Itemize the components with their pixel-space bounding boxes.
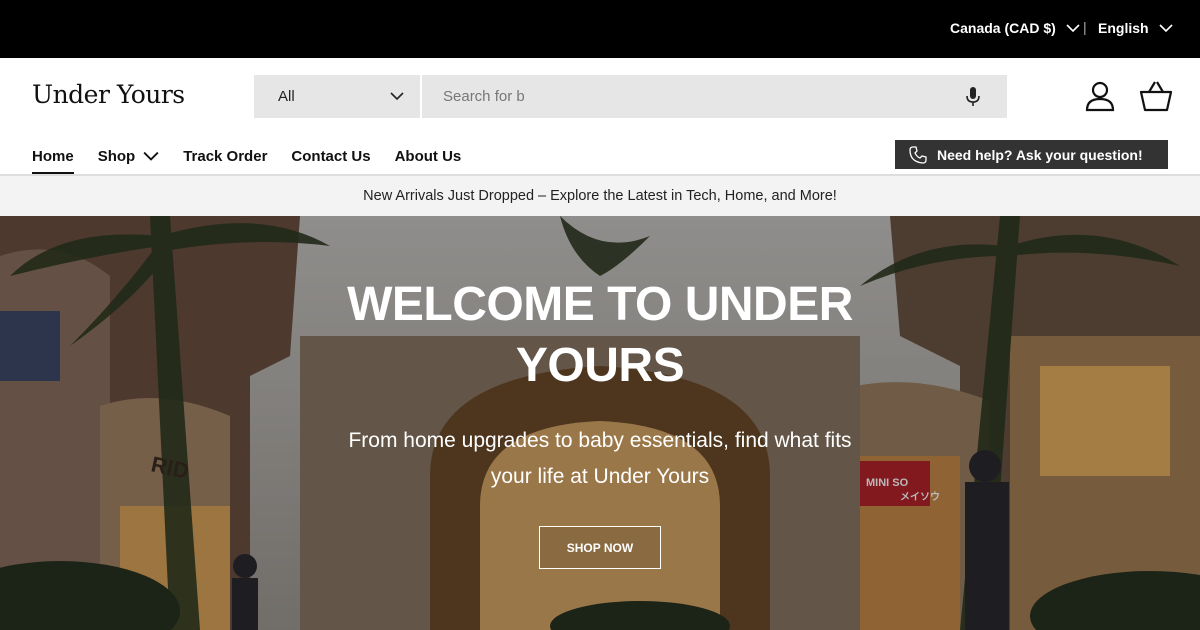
hero-subtitle: From home upgrades to baby essentials, f…: [300, 423, 900, 495]
announcement-text: New Arrivals Just Dropped – Explore the …: [363, 188, 837, 204]
nav-item-shop[interactable]: Shop: [98, 146, 160, 166]
basket-icon[interactable]: [1139, 80, 1173, 112]
microphone-icon[interactable]: [963, 86, 983, 108]
chevron-down-icon: [1066, 24, 1080, 33]
announcement-bar: New Arrivals Just Dropped – Explore the …: [0, 176, 1200, 216]
country-selector[interactable]: Canada (CAD $): [950, 20, 1080, 36]
help-button[interactable]: Need help? Ask your question!: [895, 140, 1168, 169]
language-label: English: [1098, 20, 1149, 36]
chevron-down-icon: [143, 151, 159, 161]
top-utility-bar: Canada (CAD $) | English: [0, 0, 1200, 58]
nav-item-label: Track Order: [183, 147, 268, 165]
hero-title-line: WELCOME TO UNDER: [347, 278, 853, 331]
shop-now-button[interactable]: SHOP NOW: [539, 526, 661, 569]
hero-title: WELCOME TO UNDER YOURS: [300, 274, 900, 396]
search-category-label: All: [278, 88, 295, 105]
search-category-select[interactable]: All: [254, 75, 422, 118]
search-bar: All: [254, 75, 1007, 118]
nav-item-track-order[interactable]: Track Order: [183, 146, 267, 166]
nav-item-label: Shop: [97, 147, 136, 165]
nav-item-label: Home: [32, 147, 74, 165]
site-logo[interactable]: Under Yours: [32, 80, 185, 109]
hero-banner: RID MINI SO メイソウ WELCOME TO UNDER YOURS …: [0, 216, 1200, 630]
language-selector[interactable]: English: [1098, 20, 1173, 36]
phone-icon: [909, 145, 927, 164]
nav-item-home[interactable]: Home: [32, 146, 74, 174]
account-icon[interactable]: [1084, 80, 1116, 112]
nav-item-label: About Us: [394, 147, 462, 165]
locale-separator: |: [1083, 19, 1087, 35]
nav-item-contact-us[interactable]: Contact Us: [291, 146, 370, 166]
chevron-down-icon: [390, 92, 404, 101]
main-nav: Home Shop Track Order Contact Us About U…: [32, 146, 462, 174]
hero-title-line: YOURS: [515, 339, 685, 392]
country-label: Canada (CAD $): [950, 20, 1056, 36]
search-input[interactable]: [424, 75, 944, 118]
chevron-down-icon: [1158, 24, 1173, 33]
hero-subtitle-line: From home upgrades to baby essentials, f…: [348, 429, 852, 452]
nav-item-about-us[interactable]: About Us: [395, 146, 462, 166]
help-label: Need help? Ask your question!: [937, 146, 1143, 163]
hero-subtitle-line: your life at Under Yours: [490, 465, 710, 488]
nav-item-label: Contact Us: [291, 147, 371, 165]
